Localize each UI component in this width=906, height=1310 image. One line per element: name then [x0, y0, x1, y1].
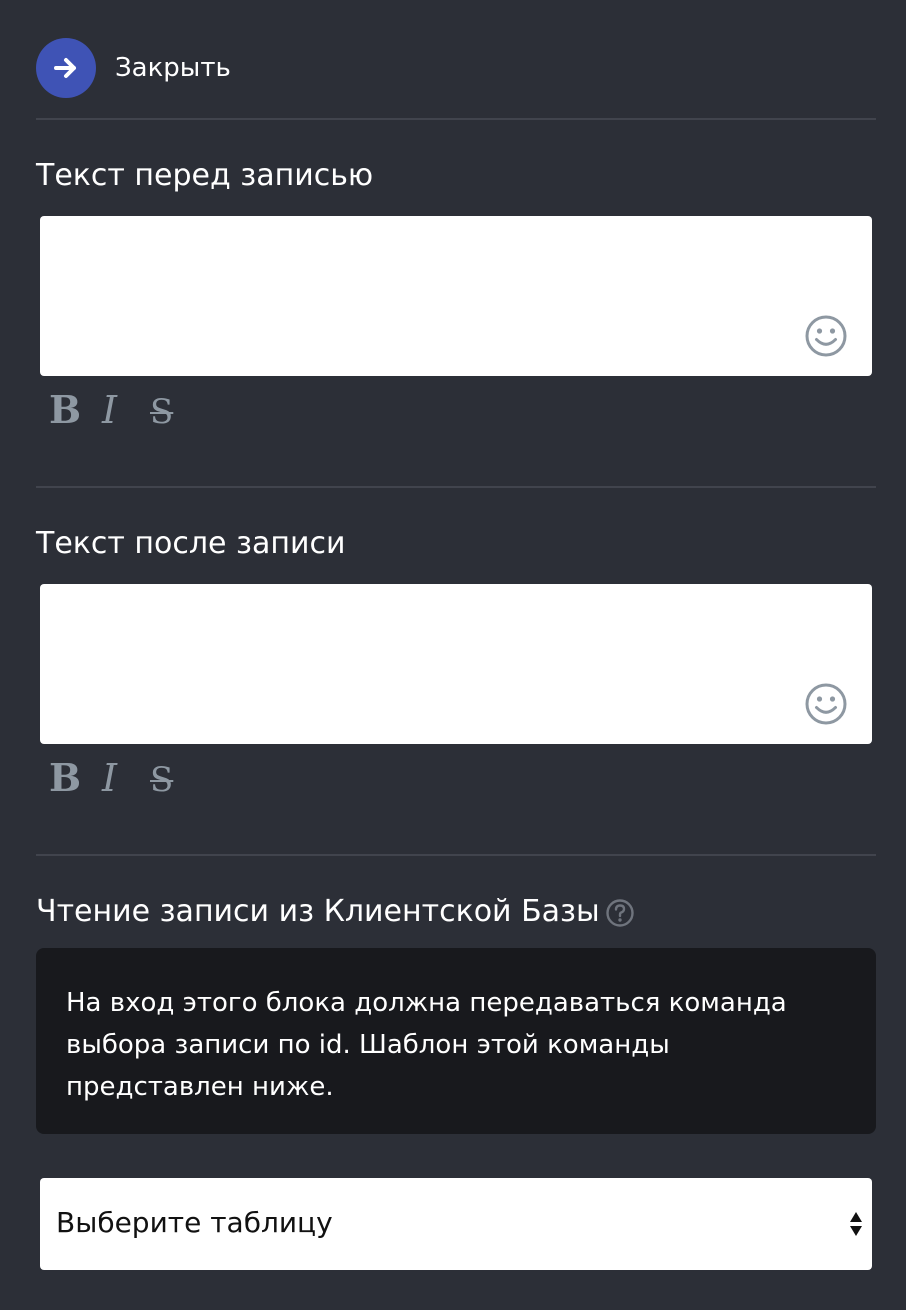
text-after-input[interactable] [40, 584, 800, 744]
question-circle-icon[interactable] [605, 898, 635, 928]
text-after-editor[interactable] [40, 584, 872, 744]
bold-button[interactable]: B [49, 390, 81, 430]
divider [36, 118, 876, 120]
sort-arrows-icon [850, 1212, 862, 1236]
divider [36, 854, 876, 856]
section-title-before: Текст перед записью [36, 158, 374, 193]
italic-button[interactable]: I [102, 390, 117, 430]
bold-button[interactable]: B [49, 758, 81, 798]
close-button[interactable] [36, 38, 96, 98]
strikethrough-button[interactable]: S [150, 392, 173, 432]
info-box: На вход этого блока должна передаваться … [36, 948, 876, 1134]
smile-icon[interactable] [804, 314, 848, 358]
section-title-read-record: Чтение записи из Клиентской Базы [36, 894, 600, 929]
close-label[interactable]: Закрыть [115, 53, 231, 83]
info-line: представлен ниже. [66, 1072, 334, 1102]
info-line: выбора записи по id. Шаблон этой команды [66, 1030, 670, 1060]
arrow-right-icon [54, 58, 76, 78]
divider [36, 486, 876, 488]
info-line: На вход этого блока должна передаваться … [66, 988, 787, 1018]
text-before-input[interactable] [40, 216, 800, 376]
strikethrough-button[interactable]: S [150, 760, 173, 800]
smile-icon[interactable] [804, 682, 848, 726]
section-title-after: Текст после записи [36, 526, 346, 561]
table-select[interactable]: Выберите таблицу [40, 1178, 872, 1270]
table-select-value: Выберите таблицу [56, 1206, 333, 1239]
italic-button[interactable]: I [102, 758, 117, 798]
text-before-editor[interactable] [40, 216, 872, 376]
